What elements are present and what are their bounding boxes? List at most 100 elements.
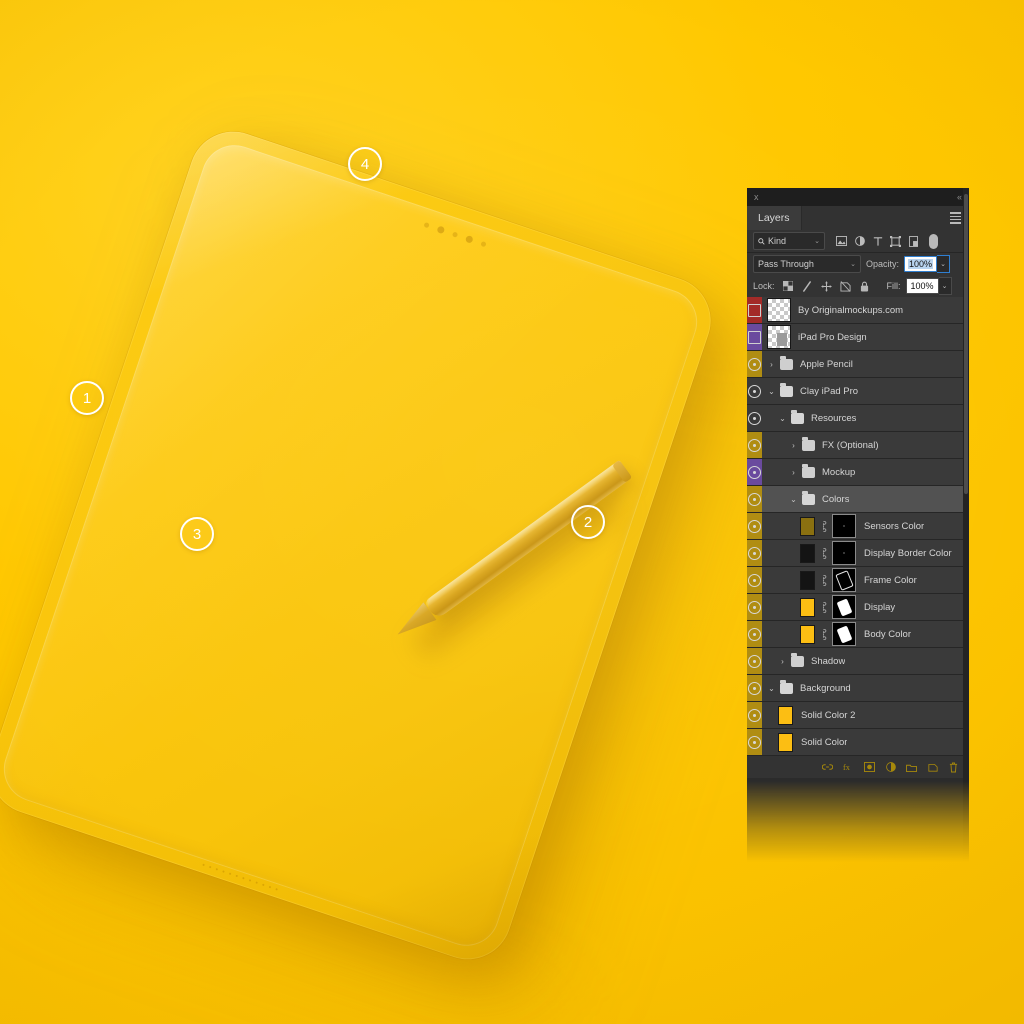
layer-color-tag[interactable] (747, 459, 762, 485)
chevron-right-icon[interactable]: › (789, 468, 798, 477)
new-layer-icon[interactable] (927, 762, 938, 773)
layer-thumbnail[interactable] (767, 298, 791, 322)
layer-mask-thumbnail[interactable] (832, 622, 856, 646)
add-layer-mask-icon[interactable] (864, 762, 875, 773)
layer-row-body[interactable]: › Shadow (778, 648, 969, 674)
fill-field-wrap[interactable]: 100% ⌄ (905, 277, 952, 295)
layer-row-body[interactable]: Body Color (800, 621, 969, 647)
chevron-down-icon[interactable]: ⌄ (767, 684, 776, 693)
layer-row-body[interactable]: iPad Pro Design (767, 324, 969, 350)
lock-all-icon[interactable] (859, 281, 870, 292)
layer-visibility-eye-icon[interactable] (748, 465, 761, 479)
opacity-stepper-chevron-icon[interactable]: ⌄ (937, 255, 951, 273)
layer-visibility-eye-icon[interactable] (748, 357, 761, 371)
opacity-field-wrap[interactable]: 100% ⌄ (904, 255, 951, 273)
shape-layer-filter-icon[interactable] (890, 235, 901, 247)
solid-color-swatch[interactable] (800, 570, 815, 590)
chevron-right-icon[interactable]: › (789, 441, 798, 450)
type-layer-filter-icon[interactable] (872, 236, 883, 247)
layer-mask-thumbnail[interactable] (832, 568, 856, 592)
layer-color-tag[interactable] (747, 540, 762, 566)
layer-visibility-eye-icon[interactable] (748, 627, 761, 641)
lock-position-icon[interactable] (820, 280, 832, 292)
layer-mask-thumbnail[interactable] (832, 595, 856, 619)
layers-scrollbar[interactable] (963, 188, 969, 862)
chevron-right-icon[interactable]: › (778, 657, 787, 666)
layer-visibility-eye-icon[interactable] (748, 330, 761, 344)
layer-row-body[interactable]: Display Border Color (800, 540, 969, 566)
layer-color-tag[interactable] (747, 648, 762, 674)
layer-row[interactable]: › Shadow (747, 648, 969, 675)
layer-row[interactable]: ⌄ Resources (747, 405, 969, 432)
layer-visibility-eye-icon[interactable] (748, 546, 761, 560)
layer-visibility-eye-icon[interactable] (748, 492, 761, 506)
layer-visibility-eye-icon[interactable] (748, 303, 761, 317)
layer-thumbnail[interactable] (767, 325, 791, 349)
layer-row-body[interactable]: ⌄ Colors (789, 486, 969, 512)
layer-row[interactable]: Display (747, 594, 969, 621)
solid-color-swatch[interactable] (800, 624, 815, 644)
layer-color-tag[interactable] (747, 729, 762, 755)
solid-color-swatch[interactable] (800, 543, 815, 563)
layer-row[interactable]: Frame Color (747, 567, 969, 594)
layer-row[interactable]: Display Border Color (747, 540, 969, 567)
collapse-icon[interactable]: « (957, 192, 962, 202)
mask-link-icon[interactable] (819, 520, 828, 532)
layer-row-body[interactable]: By Originalmockups.com (767, 297, 969, 323)
chevron-down-icon[interactable]: ⌄ (778, 414, 787, 423)
new-adjustment-layer-icon[interactable] (885, 762, 896, 773)
layer-row-body[interactable]: Frame Color (800, 567, 969, 593)
layer-row-body[interactable]: ⌄ Background (767, 675, 969, 701)
layer-row-body[interactable]: Solid Color (778, 729, 969, 755)
layer-visibility-eye-icon[interactable] (748, 735, 761, 749)
layer-row-body[interactable]: Sensors Color (800, 513, 969, 539)
solid-color-swatch[interactable] (800, 516, 815, 536)
mask-link-icon[interactable] (819, 601, 828, 613)
layer-row-body[interactable]: ⌄ Clay iPad Pro (767, 378, 969, 404)
layer-row[interactable]: By Originalmockups.com (747, 297, 969, 324)
tab-layers[interactable]: Layers (747, 206, 802, 230)
layer-visibility-eye-icon[interactable] (748, 438, 761, 452)
mask-link-icon[interactable] (819, 628, 828, 640)
layer-color-tag[interactable] (747, 297, 762, 323)
solid-color-swatch[interactable] (778, 732, 793, 752)
layer-row-body[interactable]: › Apple Pencil (767, 351, 969, 377)
layer-row[interactable]: › Mockup (747, 459, 969, 486)
layer-row[interactable]: Sensors Color (747, 513, 969, 540)
mask-link-icon[interactable] (819, 547, 828, 559)
layer-visibility-eye-icon[interactable] (748, 708, 761, 722)
layer-color-tag[interactable] (747, 621, 762, 647)
layer-color-tag[interactable] (747, 324, 762, 350)
layer-style-fx-icon[interactable]: fx (843, 762, 854, 773)
layer-row[interactable]: Body Color (747, 621, 969, 648)
fill-input[interactable]: 100% (905, 278, 939, 294)
layer-row[interactable]: Solid Color (747, 729, 969, 756)
layer-color-tag[interactable] (747, 432, 762, 458)
layer-visibility-eye-icon[interactable] (748, 519, 761, 533)
layer-color-tag[interactable] (747, 405, 762, 431)
adjustment-layer-filter-icon[interactable] (854, 236, 865, 247)
layer-color-tag[interactable] (747, 351, 762, 377)
lock-image-pixels-icon[interactable] (802, 280, 813, 292)
layer-color-tag[interactable] (747, 567, 762, 593)
layer-row[interactable]: ⌄ Background (747, 675, 969, 702)
filter-enable-toggle[interactable] (929, 233, 938, 249)
layer-color-tag[interactable] (747, 702, 762, 728)
chevron-right-icon[interactable]: › (767, 360, 776, 369)
link-layers-icon[interactable] (822, 762, 833, 773)
delete-layer-icon[interactable] (948, 762, 959, 773)
layer-color-tag[interactable] (747, 486, 762, 512)
layer-visibility-eye-icon[interactable] (748, 384, 761, 398)
layer-row-body[interactable]: Display (800, 594, 969, 620)
layer-visibility-eye-icon[interactable] (748, 600, 761, 614)
layer-color-tag[interactable] (747, 378, 762, 404)
layer-row-body[interactable]: › FX (Optional) (789, 432, 969, 458)
layer-color-tag[interactable] (747, 594, 762, 620)
chevron-down-icon[interactable]: ⌄ (767, 387, 776, 396)
layer-row[interactable]: Solid Color 2 (747, 702, 969, 729)
layers-scrollbar-thumb[interactable] (964, 194, 968, 494)
pixel-layer-filter-icon[interactable] (836, 236, 847, 247)
layer-row-body[interactable]: ⌄ Resources (778, 405, 969, 431)
layer-row[interactable]: › FX (Optional) (747, 432, 969, 459)
layer-visibility-eye-icon[interactable] (748, 573, 761, 587)
